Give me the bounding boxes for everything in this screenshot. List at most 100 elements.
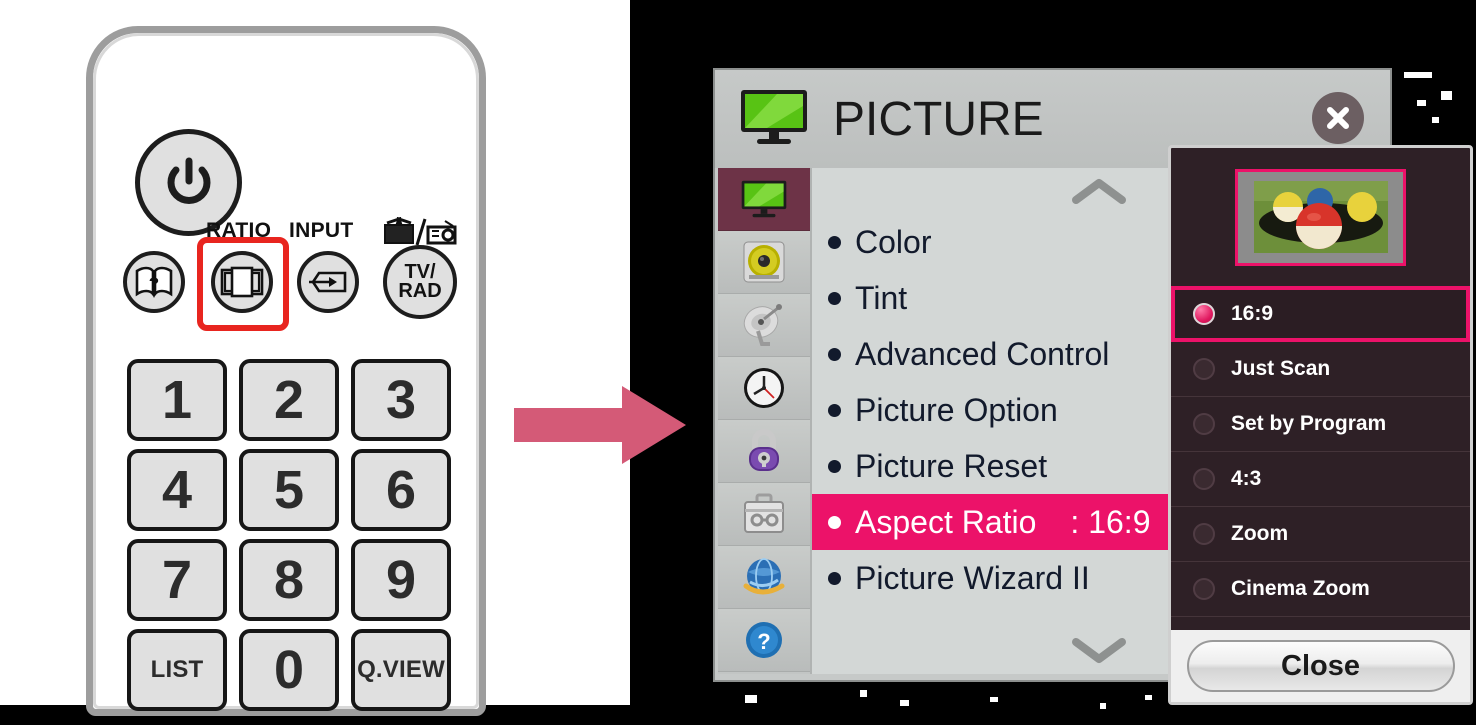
key-list[interactable]: LIST	[127, 629, 227, 711]
bullet-icon	[828, 459, 841, 473]
option-cinema-zoom[interactable]: Cinema Zoom	[1171, 562, 1470, 617]
globe-icon	[743, 558, 785, 595]
option-label: Just Scan	[1231, 357, 1331, 380]
radio-icon	[1193, 413, 1215, 435]
satellite-dish-icon	[743, 304, 782, 346]
sidebar-item-support[interactable]: ?	[718, 609, 810, 672]
bullet-icon	[828, 515, 841, 529]
key-0[interactable]: 0	[239, 629, 339, 711]
radio-icon	[1193, 358, 1215, 380]
sidebar-item-lock[interactable]	[718, 420, 810, 483]
menu-item-label: Color	[855, 223, 932, 260]
radio-selected-icon	[1193, 303, 1215, 325]
speaker-icon	[743, 241, 785, 283]
screenshot-root: RATIO INPUT ? TV/ RAD 1 2 3 4 5 6 7 8 9 …	[0, 0, 1476, 725]
noise-speck	[900, 700, 909, 706]
menu-item-label: Tint	[855, 279, 908, 316]
tv-screen-icon	[741, 180, 787, 218]
key-2[interactable]: 2	[239, 359, 339, 441]
option-zoom[interactable]: Zoom	[1171, 507, 1470, 562]
noise-speck	[1432, 117, 1439, 123]
key-3[interactable]: 3	[351, 359, 451, 441]
input-button[interactable]	[297, 251, 359, 313]
option-label: Cinema Zoom	[1231, 577, 1370, 600]
preview-thumbnail-frame	[1235, 168, 1406, 266]
key-7[interactable]: 7	[127, 539, 227, 621]
dropdown-close-button[interactable]: Close	[1186, 640, 1455, 692]
chevron-down-icon	[1072, 638, 1126, 663]
sidebar-item-channel[interactable]	[718, 294, 810, 357]
option-16-9[interactable]: 16:9	[1171, 286, 1470, 342]
padlock-icon	[749, 429, 779, 471]
dropdown-footer: Close	[1171, 630, 1470, 702]
key-6[interactable]: 6	[351, 449, 451, 531]
remote-control: RATIO INPUT ? TV/ RAD 1 2 3 4 5 6 7 8 9 …	[86, 26, 486, 716]
noise-speck	[1417, 100, 1426, 106]
option-set-by-program[interactable]: Set by Program	[1171, 397, 1470, 452]
noise-speck	[1100, 703, 1106, 709]
key-5[interactable]: 5	[239, 449, 339, 531]
bullet-icon	[828, 571, 841, 585]
billiard-balls-preview-icon	[1253, 181, 1388, 253]
tv-rad-line2: RAD	[398, 280, 442, 302]
bullet-icon	[828, 291, 841, 305]
svg-text:?: ?	[149, 274, 159, 293]
menu-item-label: Picture Option	[855, 391, 1058, 428]
sidebar-item-network[interactable]	[718, 546, 810, 609]
close-x-icon	[1327, 107, 1349, 129]
tv-rad-button[interactable]: TV/ RAD	[383, 245, 457, 319]
radio-icon	[1193, 468, 1215, 490]
preview-thumbnail-wrap	[1171, 148, 1470, 286]
option-label: 16:9	[1231, 302, 1274, 325]
svg-text:?: ?	[757, 629, 770, 654]
option-4-3[interactable]: 4:3	[1171, 452, 1470, 507]
aspect-ratio-options: 16:9 Just Scan Set by Program 4:3 Zoom C…	[1171, 286, 1470, 617]
menu-item-label: Picture Reset	[855, 447, 1048, 484]
question-circle-icon: ?	[746, 622, 782, 658]
bullet-icon	[828, 403, 841, 417]
sidebar-item-picture[interactable]	[718, 168, 810, 231]
bullet-icon	[828, 235, 841, 249]
chevron-up-icon	[1072, 179, 1126, 204]
sidebar-item-option[interactable]	[718, 483, 810, 546]
flow-arrow-icon	[514, 386, 686, 464]
option-label: 4:3	[1231, 467, 1262, 490]
key-1[interactable]: 1	[127, 359, 227, 441]
input-arrow-icon	[309, 271, 347, 293]
radio-icon	[1193, 578, 1215, 600]
power-icon	[167, 157, 210, 204]
menu-item-label: Advanced Control	[855, 335, 1110, 372]
clock-icon	[744, 368, 784, 408]
aspect-ratio-dropdown: 16:9 Just Scan Set by Program 4:3 Zoom C…	[1168, 145, 1473, 705]
help-button[interactable]: ?	[123, 251, 185, 313]
key-9[interactable]: 9	[351, 539, 451, 621]
noise-speck	[1145, 695, 1152, 700]
book-question-icon: ?	[135, 266, 173, 298]
sidebar-item-time[interactable]	[718, 357, 810, 420]
noise-speck	[745, 695, 757, 703]
sidebar-item-audio[interactable]	[718, 231, 810, 294]
menu-item-value: : 16:9	[1070, 503, 1151, 540]
toolbox-icon	[744, 493, 784, 533]
page-title: PICTURE	[833, 92, 1044, 146]
tv-screen-icon	[737, 88, 811, 151]
noise-speck	[1404, 72, 1432, 78]
noise-speck	[860, 690, 867, 697]
close-button[interactable]	[1312, 92, 1364, 144]
menu-item-label: Picture Wizard II	[855, 559, 1090, 596]
option-label: Set by Program	[1231, 412, 1387, 435]
option-just-scan[interactable]: Just Scan	[1171, 342, 1470, 397]
option-label: Zoom	[1231, 522, 1289, 545]
bullet-icon	[828, 347, 841, 361]
noise-speck	[1441, 91, 1452, 100]
menu-item-label: Aspect Ratio	[855, 503, 1037, 540]
key-4[interactable]: 4	[127, 449, 227, 531]
key-qview[interactable]: Q.VIEW	[351, 629, 451, 711]
radio-icon	[1193, 523, 1215, 545]
remote-keypad: 1 2 3 4 5 6 7 8 9 LIST 0 Q.VIEW	[127, 359, 457, 711]
noise-speck	[990, 697, 998, 702]
input-button-label: INPUT	[289, 219, 354, 242]
key-8[interactable]: 8	[239, 539, 339, 621]
osd-sidebar: ?	[718, 168, 810, 674]
tv-rad-button-label: TV/ RAD	[398, 262, 442, 302]
